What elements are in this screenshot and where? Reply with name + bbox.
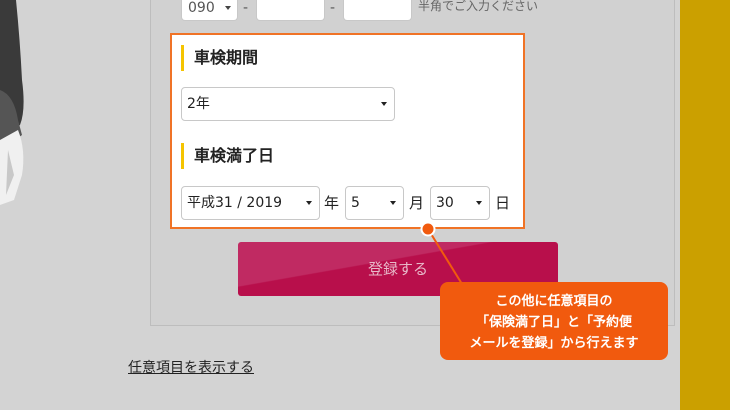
callout-tooltip: この他に任意項目の 「保険満了日」と「予約便 メールを登録」から行えます [440,282,668,360]
chevron-down-icon [390,201,396,205]
expiry-month-select[interactable]: 5 [345,186,404,220]
inspection-period-title: 車検期間 [181,45,258,71]
phone-area-code-value: 090 [188,0,215,16]
callout-line-2: 「保険満了日」と「予約便 [475,315,632,330]
right-side-bar [680,0,730,410]
highlight-box: 車検期間 2年 車検満了日 平成31 / 2019 年 5 月 30 日 [170,33,525,229]
callout-line-3: メールを登録」から行えます [469,336,639,351]
expiry-year-select[interactable]: 平成31 / 2019 [181,186,320,220]
expiry-month-value: 5 [351,195,360,211]
inspection-expiry-title: 車検満了日 [181,143,274,169]
chevron-down-icon [306,201,312,205]
chevron-down-icon [225,6,231,10]
expiry-day-select[interactable]: 30 [430,186,490,220]
year-unit: 年 [324,194,340,212]
inspection-period-value: 2年 [187,96,210,112]
expiry-day-value: 30 [436,195,454,211]
callout-line-1: この他に任意項目の [495,294,613,309]
phone-area-code-select[interactable]: 090 [181,0,238,21]
phone-last-field[interactable] [343,0,412,21]
month-unit: 月 [409,194,425,212]
inspection-period-select[interactable]: 2年 [181,87,395,121]
phone-separator: - [330,0,336,16]
chevron-down-icon [476,201,482,205]
day-unit: 日 [495,194,511,212]
phone-middle-field[interactable] [256,0,325,21]
phone-note: 半角でご入力ください [418,0,539,13]
chevron-down-icon [381,102,387,106]
show-optional-fields-link[interactable]: 任意項目を表示する [128,358,254,378]
phone-separator: - [243,0,249,16]
person-photo [0,0,24,205]
expiry-year-value: 平成31 / 2019 [187,195,283,211]
